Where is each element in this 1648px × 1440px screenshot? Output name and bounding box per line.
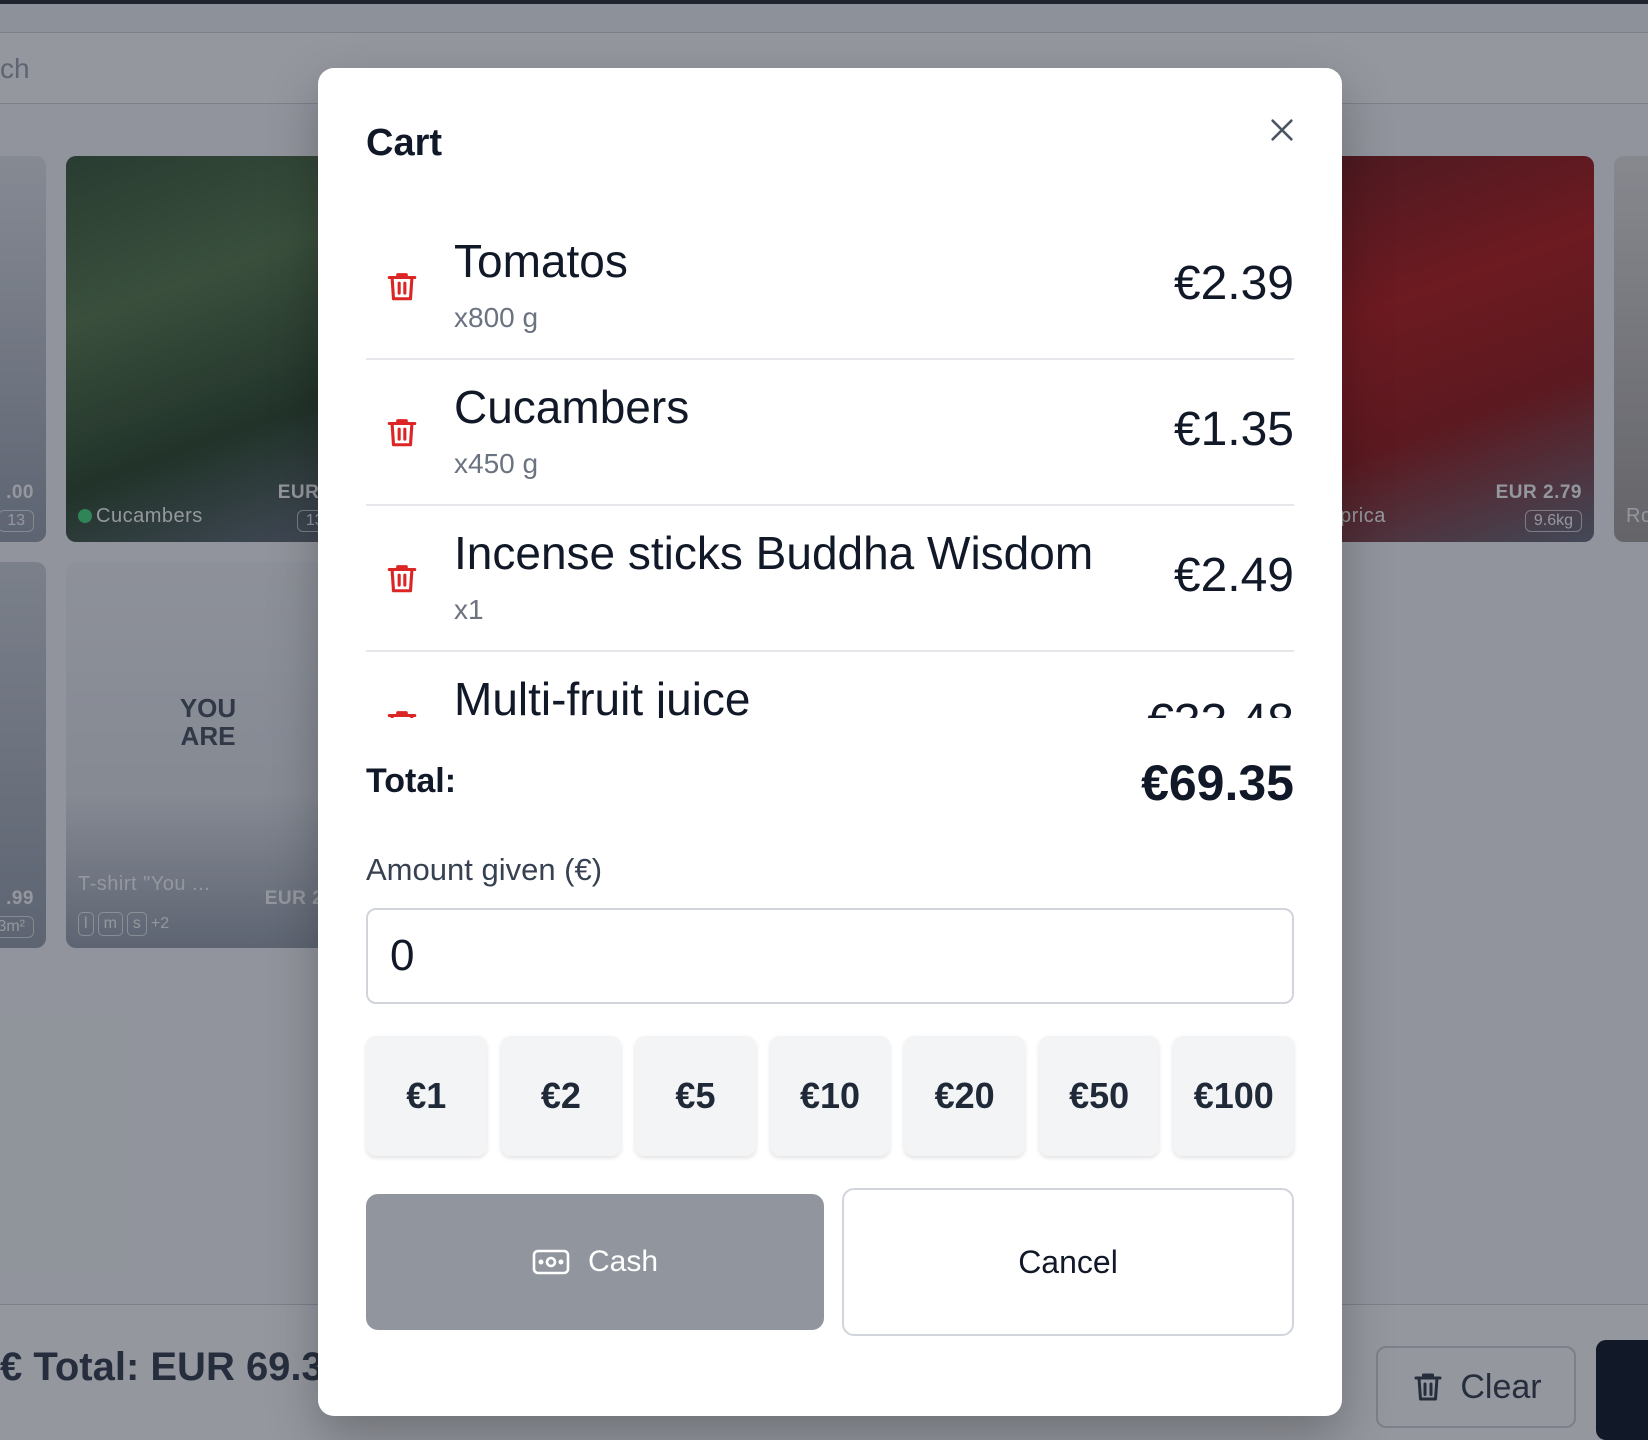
remove-item-button[interactable]: [382, 264, 422, 308]
remove-item-button[interactable]: [382, 702, 422, 718]
total-label: Total:: [366, 762, 457, 800]
cash-label: Cash: [587, 1245, 659, 1278]
item-name: Multi-fruit juice: [454, 673, 751, 718]
modal-title: Cart: [366, 122, 443, 164]
item-name: Incense sticks Buddha Wisdom: [454, 527, 1094, 579]
quick-amount-buttons: €1 €2 €5 €10 €20 €50 €100: [366, 1036, 1295, 1156]
item-name: Tomatos: [454, 235, 628, 287]
item-price: €2.39: [1173, 257, 1294, 310]
cancel-button[interactable]: Cancel: [842, 1188, 1294, 1336]
cart-item: Incense sticks Buddha Wisdom x1 €2.49: [366, 506, 1294, 652]
trash-icon: [387, 711, 417, 718]
cart-items-list[interactable]: Tomatos x800 g €2.39 Cucambers x450 g €1…: [366, 214, 1294, 718]
quick-amount-100-button[interactable]: €100: [1173, 1036, 1295, 1156]
quick-amount-2-button[interactable]: €2: [500, 1036, 622, 1156]
item-name: Cucambers: [454, 381, 690, 433]
item-price: €33.48: [1147, 694, 1294, 718]
trash-icon: [387, 565, 417, 593]
item-price: €2.49: [1173, 549, 1294, 602]
item-quantity: x800 g: [454, 302, 539, 333]
quick-amount-10-button[interactable]: €10: [769, 1036, 891, 1156]
close-button[interactable]: [1258, 106, 1306, 154]
trash-icon: [387, 273, 417, 301]
cart-total-row: Total: €69.35: [366, 754, 1294, 824]
cash-button[interactable]: Cash: [366, 1194, 824, 1330]
cart-item: Tomatos x800 g €2.39: [366, 214, 1294, 360]
item-quantity: x1: [454, 594, 484, 625]
cart-item: Cucambers x450 g €1.35: [366, 360, 1294, 506]
quick-amount-50-button[interactable]: €50: [1038, 1036, 1160, 1156]
remove-item-button[interactable]: [382, 556, 422, 600]
trash-icon: [387, 419, 417, 447]
amount-given-label: Amount given (€): [366, 852, 603, 887]
cart-modal: Cart Tomatos x800 g €2.39 Cucambers x450…: [318, 68, 1342, 1416]
close-icon: [1271, 119, 1293, 141]
quick-amount-1-button[interactable]: €1: [366, 1036, 487, 1156]
cart-item: Multi-fruit juice €33.48: [366, 652, 1294, 718]
amount-given-input[interactable]: [366, 908, 1294, 1004]
quick-amount-20-button[interactable]: €20: [904, 1036, 1025, 1156]
item-quantity: x450 g: [454, 448, 539, 479]
remove-item-button[interactable]: [382, 410, 422, 454]
quick-amount-5-button[interactable]: €5: [635, 1036, 756, 1156]
total-value: €69.35: [1141, 755, 1294, 811]
cash-icon: [532, 1249, 570, 1275]
item-price: €1.35: [1173, 403, 1294, 456]
